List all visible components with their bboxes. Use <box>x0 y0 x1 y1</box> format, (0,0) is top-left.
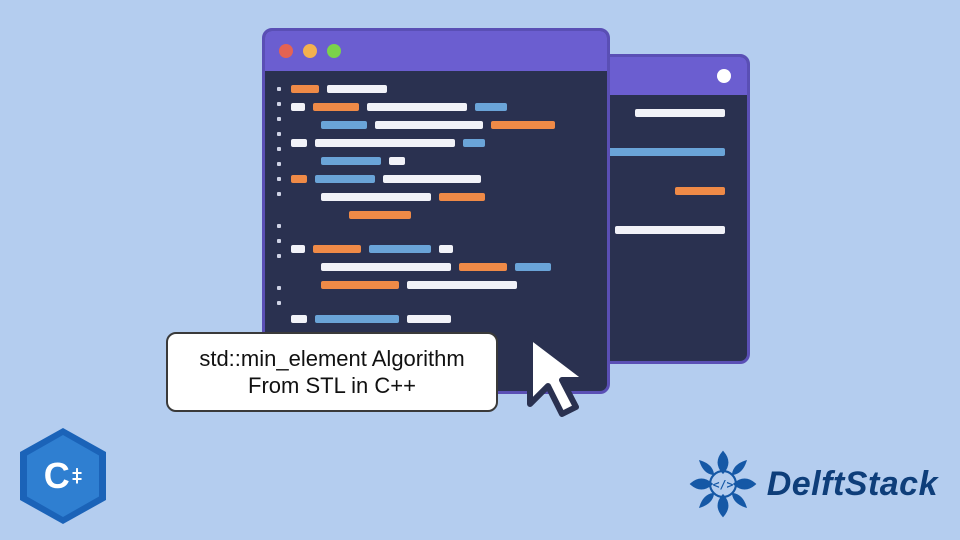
titlebar-front <box>265 31 607 71</box>
gutter-bullet <box>277 117 281 121</box>
gutter-bullet <box>277 224 281 228</box>
code-token <box>291 175 307 183</box>
code-token <box>321 157 381 165</box>
code-lines <box>291 85 591 341</box>
cpp-letter: C <box>44 455 70 497</box>
code-token <box>383 175 481 183</box>
traffic-light-close-icon <box>279 44 293 58</box>
code-line <box>291 211 591 219</box>
gutter-bullet <box>277 162 281 166</box>
code-token <box>375 121 483 129</box>
gutter-bullet <box>277 192 281 196</box>
code-token <box>463 139 485 147</box>
code-token <box>459 263 507 271</box>
gutter-bullet <box>277 301 281 305</box>
delftstack-ornament-icon: </> <box>687 448 759 520</box>
code-token <box>315 175 375 183</box>
line-gutter <box>277 85 281 341</box>
code-token <box>321 121 367 129</box>
code-token <box>439 245 453 253</box>
code-token <box>313 245 361 253</box>
svg-text:</>: </> <box>712 477 733 491</box>
code-token <box>321 263 451 271</box>
code-token <box>407 281 517 289</box>
code-token <box>475 103 507 111</box>
code-token <box>595 148 725 156</box>
code-token <box>291 315 307 323</box>
traffic-light-zoom-icon <box>327 44 341 58</box>
code-line <box>291 281 591 289</box>
code-token <box>407 315 451 323</box>
code-line <box>291 315 591 323</box>
code-line <box>291 103 591 111</box>
code-token <box>491 121 555 129</box>
cpp-plusplus: ++ <box>72 468 83 484</box>
caption-line-1: std::min_element Algorithm <box>199 345 464 373</box>
caption-line-2: From STL in C++ <box>199 372 464 400</box>
cursor-icon <box>522 330 612 431</box>
code-line <box>291 139 591 147</box>
delftstack-wordmark: DelftStack <box>767 465 938 504</box>
code-token <box>315 315 399 323</box>
code-token <box>291 103 305 111</box>
gutter-bullet <box>277 132 281 136</box>
code-line <box>291 85 591 93</box>
gutter-bullet <box>277 102 281 106</box>
delftstack-logo: </> DelftStack <box>687 448 938 520</box>
gutter-bullet <box>277 239 281 243</box>
code-token <box>439 193 485 201</box>
code-line <box>291 193 591 201</box>
window-control-dot <box>717 69 731 83</box>
gutter-bullet <box>277 177 281 181</box>
code-token <box>315 139 455 147</box>
gutter-bullet <box>277 254 281 258</box>
code-token <box>321 281 399 289</box>
code-line <box>291 157 591 165</box>
caption-box: std::min_element Algorithm From STL in C… <box>166 332 498 412</box>
code-token <box>367 103 467 111</box>
code-token <box>321 193 431 201</box>
code-line <box>291 263 591 271</box>
code-line <box>291 121 591 129</box>
gutter-bullet <box>277 147 281 151</box>
code-token <box>635 109 725 117</box>
cpp-language-icon: C ++ <box>20 428 106 524</box>
code-token <box>369 245 431 253</box>
gutter-bullet <box>277 87 281 91</box>
code-token <box>615 226 725 234</box>
traffic-light-minimize-icon <box>303 44 317 58</box>
gutter-bullet <box>277 286 281 290</box>
code-body-front <box>265 71 607 355</box>
code-token <box>389 157 405 165</box>
code-line <box>291 245 591 253</box>
code-token <box>349 211 411 219</box>
code-token <box>291 85 319 93</box>
code-token <box>515 263 551 271</box>
code-token <box>291 245 305 253</box>
code-token <box>313 103 359 111</box>
code-line <box>291 175 591 183</box>
code-token <box>675 187 725 195</box>
code-token <box>327 85 387 93</box>
code-token <box>291 139 307 147</box>
